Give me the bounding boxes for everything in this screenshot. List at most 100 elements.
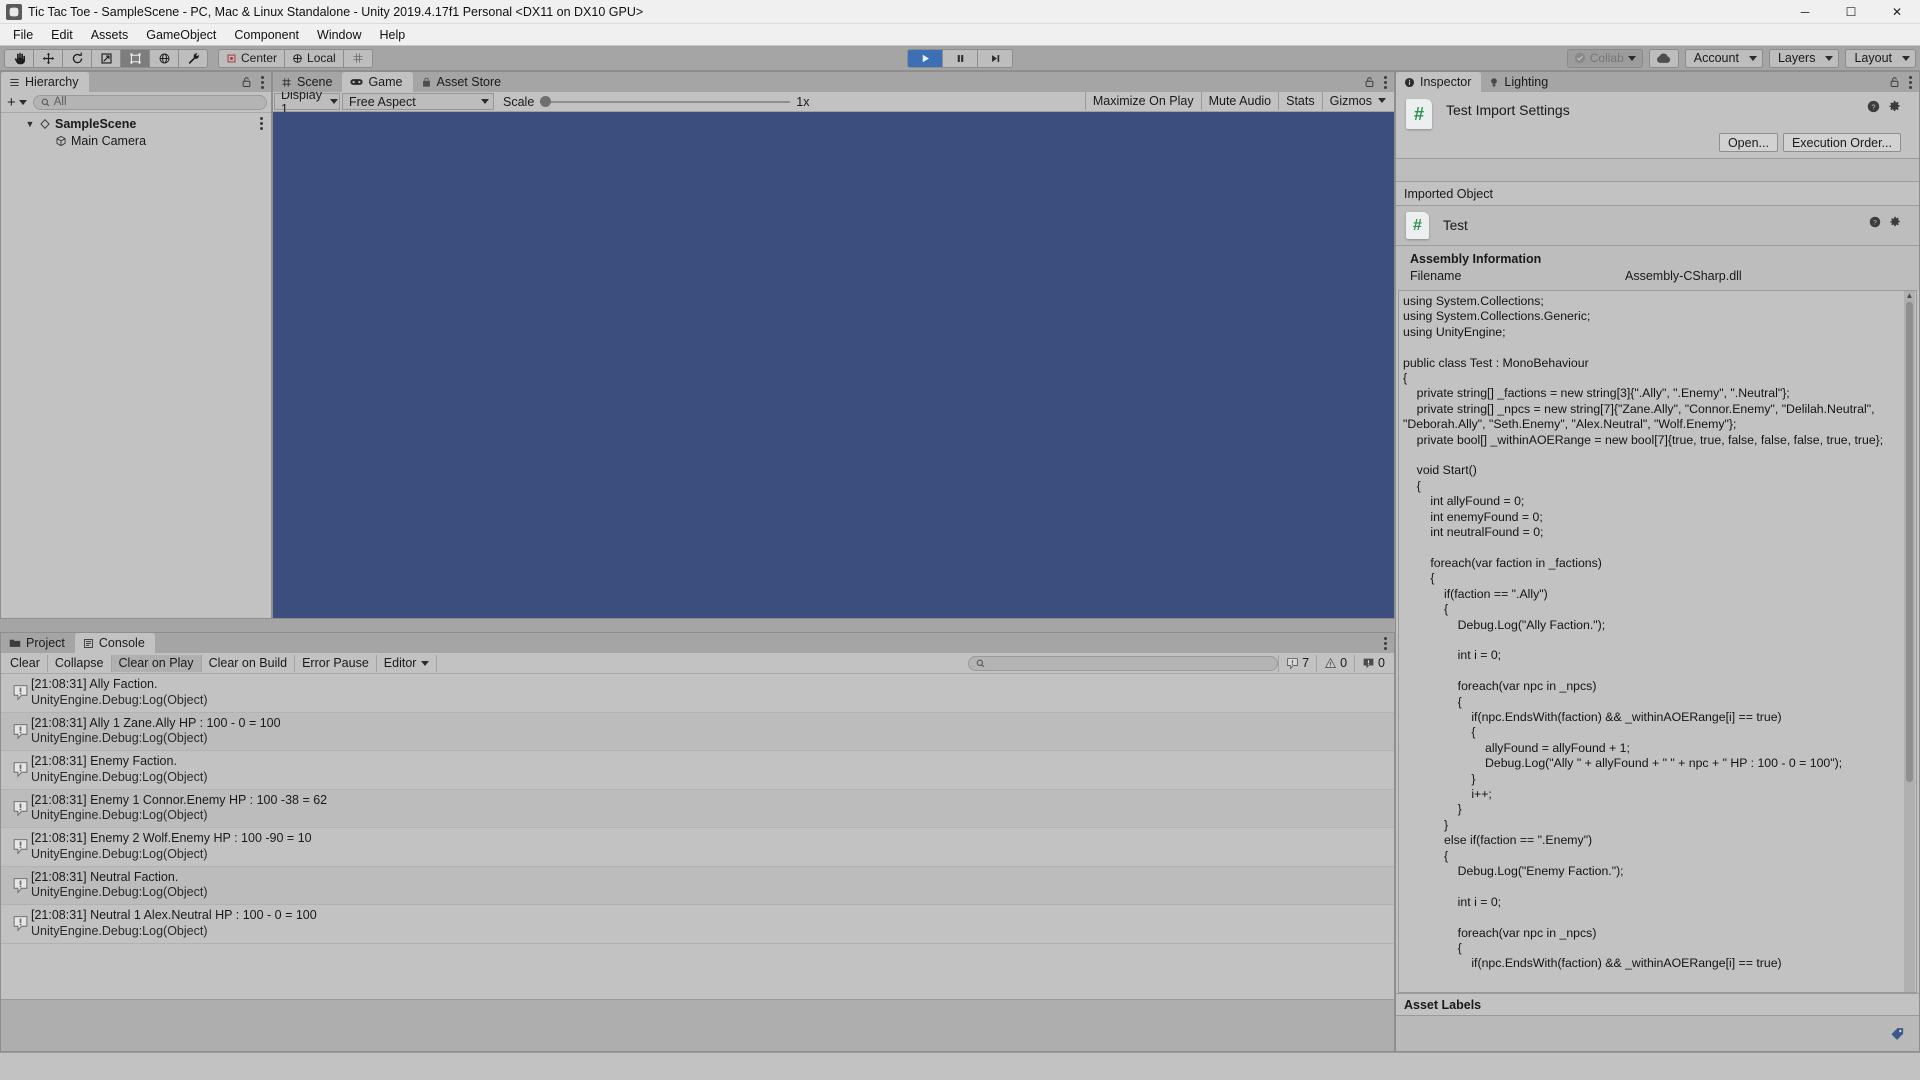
gear-icon[interactable]: [1889, 216, 1901, 228]
grid-snapping-button[interactable]: [342, 48, 373, 68]
help-icon[interactable]: ?: [1867, 100, 1880, 113]
pause-button[interactable]: [942, 48, 978, 68]
close-button[interactable]: ✕: [1874, 0, 1920, 24]
expand-arrow-icon[interactable]: ▼: [23, 119, 37, 129]
tab-asset-store[interactable]: Asset Store: [413, 72, 512, 92]
handle-space-button[interactable]: Local: [284, 48, 344, 68]
transform-tool-button[interactable]: [149, 48, 179, 68]
code-line: if(npc.EndsWith(faction) && _withinAOERa…: [1403, 956, 1782, 971]
tab-game[interactable]: Game: [342, 72, 413, 92]
mute-audio-toggle[interactable]: Mute Audio: [1200, 91, 1279, 110]
rect-tool-button[interactable]: [120, 48, 150, 68]
gear-icon[interactable]: [1888, 100, 1901, 113]
clear-button[interactable]: Clear: [3, 654, 48, 672]
scale-tool-button[interactable]: [91, 48, 121, 68]
console-log-row[interactable]: [21:08:31] Enemy Faction. UnityEngine.Deb…: [1, 751, 1394, 790]
error-pause-button[interactable]: Error Pause: [295, 654, 377, 672]
inspector-menu-icon[interactable]: [1908, 75, 1912, 89]
tab-inspector[interactable]: Inspector: [1396, 72, 1482, 92]
help-icon[interactable]: ?: [1869, 216, 1881, 228]
menu-item-window[interactable]: Window: [308, 25, 370, 45]
info-count[interactable]: 7: [1278, 654, 1316, 672]
pivot-mode-button[interactable]: Center: [218, 48, 286, 68]
maximize-button[interactable]: ☐: [1828, 0, 1874, 24]
tab-scene[interactable]: Scene: [273, 72, 342, 92]
menu-item-component[interactable]: Component: [225, 25, 308, 45]
scene-icon: [37, 118, 52, 130]
lock-icon[interactable]: [241, 76, 252, 88]
warning-count[interactable]: 0: [1316, 654, 1354, 672]
game-menu-icon[interactable]: [1383, 75, 1387, 89]
move-tool-button[interactable]: [33, 48, 63, 68]
console-log-row[interactable]: [21:08:31] Ally Faction. UnityEngine.Debu…: [1, 674, 1394, 713]
console-log-row[interactable]: [21:08:31] Enemy 1 Connor.Enemy HP : 100…: [1, 789, 1394, 828]
cloud-services-button[interactable]: [1648, 48, 1679, 68]
pivot-group: Center Local: [218, 48, 373, 68]
menu-item-assets[interactable]: Assets: [82, 25, 138, 45]
script-preview-scrollbar[interactable]: ▲: [1904, 291, 1915, 992]
console-log-list[interactable]: [21:08:31] Ally Faction. UnityEngine.Debu…: [1, 674, 1394, 999]
svg-text:?: ?: [1871, 102, 1875, 111]
scene-context-menu-icon[interactable]: [259, 117, 263, 130]
aspect-dropdown[interactable]: Free Aspect: [342, 93, 494, 110]
console-search-input[interactable]: [968, 655, 1279, 671]
asset-labels-area[interactable]: [1396, 1015, 1919, 1051]
hierarchy-search-input[interactable]: All: [32, 94, 267, 110]
menu-item-gameobject[interactable]: GameObject: [137, 25, 225, 45]
tag-icon[interactable]: [1890, 1026, 1905, 1041]
tab-lighting[interactable]: Lighting: [1481, 72, 1558, 92]
scrollbar-thumb[interactable]: [1906, 302, 1913, 782]
menu-item-file[interactable]: File: [4, 25, 42, 45]
menu-item-edit[interactable]: Edit: [42, 25, 82, 45]
custom-editor-tool-button[interactable]: [178, 48, 208, 68]
tab-scene-label: Scene: [297, 75, 333, 89]
hierarchy-item-main-camera[interactable]: Main Camera: [1, 132, 271, 149]
layout-dropdown[interactable]: Layout: [1845, 48, 1916, 68]
info-count-value: 7: [1302, 656, 1310, 670]
console-menu-icon[interactable]: [1383, 636, 1387, 650]
slider-knob[interactable]: [540, 96, 552, 107]
hierarchy-item-samplescene[interactable]: ▼ SampleScene: [1, 115, 271, 132]
gizmos-toggle[interactable]: Gizmos: [1321, 91, 1376, 110]
game-render-surface[interactable]: [273, 112, 1394, 618]
clear-on-play-button[interactable]: Clear on Play: [111, 654, 202, 672]
create-object-button[interactable]: +: [5, 94, 29, 111]
console-log-row[interactable]: [21:08:31] Enemy 2 Wolf.Enemy HP : 100 -…: [1, 828, 1394, 867]
console-log-row[interactable]: [21:08:31] Ally 1 Zane.Ally HP : 100 - 0…: [1, 712, 1394, 751]
stats-toggle[interactable]: Stats: [1278, 91, 1322, 110]
play-button[interactable]: [907, 48, 943, 68]
open-button[interactable]: Open...: [1718, 133, 1778, 152]
lock-icon[interactable]: [1364, 76, 1375, 88]
collab-button[interactable]: Collab: [1566, 48, 1643, 68]
display-dropdown[interactable]: Display 1: [274, 88, 340, 116]
rotate-tool-button[interactable]: [62, 48, 92, 68]
chevron-down-icon: [1748, 55, 1757, 61]
imported-object-icons: ?: [1869, 216, 1901, 228]
maximize-on-play-toggle[interactable]: Maximize On Play: [1084, 91, 1201, 110]
tab-hierarchy[interactable]: Hierarchy: [1, 72, 89, 92]
tab-console[interactable]: Console: [74, 633, 155, 653]
editor-dropdown[interactable]: Editor: [377, 654, 438, 672]
tab-project[interactable]: Project: [1, 633, 75, 653]
hierarchy-menu-icon[interactable]: [260, 75, 264, 89]
layers-dropdown[interactable]: Layers: [1768, 48, 1840, 68]
step-button[interactable]: [977, 48, 1013, 68]
log-stacktrace: UnityEngine.Debug:Log(Object): [31, 692, 208, 707]
console-log-row[interactable]: [21:08:31] Neutral 1 Alex.Neutral HP : 1…: [1, 905, 1394, 944]
account-dropdown[interactable]: Account: [1684, 48, 1763, 68]
collapse-button[interactable]: Collapse: [48, 654, 112, 672]
console-log-row[interactable]: [21:08:31] Neutral Faction. UnityEngine.D…: [1, 866, 1394, 905]
gizmos-dropdown[interactable]: [1376, 92, 1394, 110]
clear-on-build-button[interactable]: Clear on Build: [202, 654, 296, 672]
lock-icon[interactable]: [1889, 76, 1900, 88]
scale-slider[interactable]: [540, 95, 791, 109]
hand-tool-button[interactable]: [4, 48, 34, 68]
script-preview-pane[interactable]: using System.Collections; using System.Co…: [1398, 290, 1917, 993]
execution-order-button[interactable]: Execution Order...: [1782, 133, 1901, 152]
hierarchy-tree[interactable]: ▼ SampleScene Main Camera: [1, 113, 271, 618]
error-count[interactable]: 0: [1354, 654, 1392, 672]
menu-item-help[interactable]: Help: [370, 25, 414, 45]
scroll-up-arrow-icon[interactable]: ▲: [1906, 291, 1914, 301]
minimize-button[interactable]: ─: [1782, 0, 1828, 24]
